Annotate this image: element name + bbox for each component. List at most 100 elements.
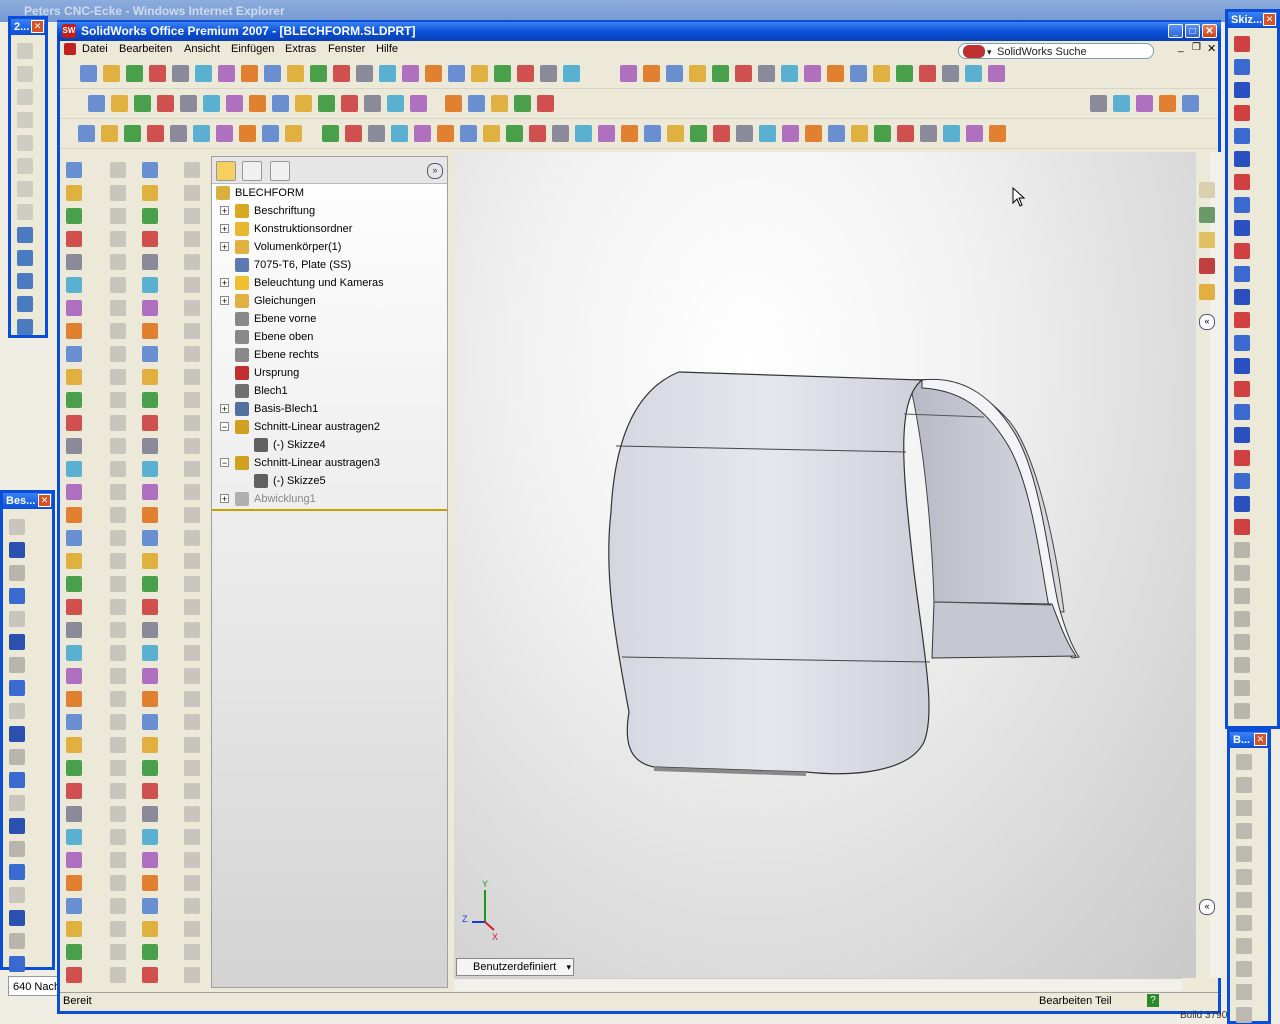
toolbar-button[interactable] bbox=[919, 65, 936, 82]
palette-tool-icon[interactable] bbox=[9, 956, 25, 972]
toolbar-button[interactable] bbox=[295, 95, 312, 112]
tree-item[interactable]: Ebene vorne bbox=[235, 310, 316, 328]
toolbar-button[interactable] bbox=[170, 125, 187, 142]
toolbar-button[interactable] bbox=[575, 125, 592, 142]
toolbar-button[interactable] bbox=[103, 65, 120, 82]
toolbar-button[interactable] bbox=[157, 95, 174, 112]
vertical-toolbar-button[interactable] bbox=[142, 645, 158, 661]
vertical-toolbar-button[interactable] bbox=[66, 484, 82, 500]
toolbar-button[interactable] bbox=[804, 65, 821, 82]
palette-tool-icon[interactable] bbox=[1234, 36, 1250, 52]
toolbar-button[interactable] bbox=[1136, 95, 1153, 112]
view-orientation-dropdown[interactable]: Benutzerdefiniert ▾ bbox=[456, 958, 574, 976]
toolbar-button[interactable] bbox=[506, 125, 523, 142]
expand-panel-icon[interactable]: » bbox=[427, 163, 443, 179]
vertical-toolbar-button[interactable] bbox=[66, 599, 82, 615]
expand-toggle[interactable]: + bbox=[220, 494, 229, 504]
toolbar-button[interactable] bbox=[620, 65, 637, 82]
vertical-toolbar-button[interactable] bbox=[184, 875, 200, 891]
toolbar-button[interactable] bbox=[216, 125, 233, 142]
toolbar-button[interactable] bbox=[758, 65, 775, 82]
vertical-toolbar-button[interactable] bbox=[184, 346, 200, 362]
toolbar-button[interactable] bbox=[873, 65, 890, 82]
vertical-toolbar-button[interactable] bbox=[184, 323, 200, 339]
palette-tool-icon[interactable] bbox=[17, 250, 33, 266]
search-dropdown-icon[interactable]: ▾ bbox=[987, 44, 992, 60]
palette-tool-icon[interactable] bbox=[1236, 823, 1252, 839]
task-pane-icon[interactable] bbox=[1199, 207, 1215, 223]
tree-item[interactable]: Konstruktionsordner bbox=[235, 220, 352, 238]
vertical-toolbar-button[interactable] bbox=[184, 714, 200, 730]
vertical-toolbar-button[interactable] bbox=[142, 576, 158, 592]
palette-tool-icon[interactable] bbox=[17, 112, 33, 128]
palette-tool-icon[interactable] bbox=[1234, 197, 1250, 213]
tree-item[interactable]: Volumenkörper(1) bbox=[235, 238, 341, 256]
palette-tool-icon[interactable] bbox=[9, 726, 25, 742]
palette-tool-icon[interactable] bbox=[1236, 915, 1252, 931]
toolbar-button[interactable] bbox=[468, 95, 485, 112]
vertical-toolbar-button[interactable] bbox=[66, 530, 82, 546]
vertical-toolbar-button[interactable] bbox=[184, 852, 200, 868]
vertical-toolbar-button[interactable] bbox=[66, 921, 82, 937]
vertical-toolbar-button[interactable] bbox=[184, 231, 200, 247]
tree-item[interactable]: (-) Skizze5 bbox=[254, 472, 326, 490]
vertical-toolbar-button[interactable] bbox=[142, 392, 158, 408]
palette-tool-icon[interactable] bbox=[1234, 335, 1250, 351]
toolbar-button[interactable] bbox=[425, 65, 442, 82]
vertical-toolbar-button[interactable] bbox=[110, 415, 126, 431]
palette-tool-icon[interactable] bbox=[9, 772, 25, 788]
task-pane-icon[interactable] bbox=[1199, 284, 1215, 300]
toolbar-button[interactable] bbox=[713, 125, 730, 142]
vertical-toolbar-button[interactable] bbox=[184, 162, 200, 178]
vertical-toolbar-button[interactable] bbox=[66, 323, 82, 339]
toolbar-button[interactable] bbox=[690, 125, 707, 142]
vertical-toolbar-button[interactable] bbox=[110, 921, 126, 937]
palette-tool-icon[interactable] bbox=[1234, 174, 1250, 190]
tree-item[interactable]: Blech1 bbox=[235, 382, 288, 400]
tree-item[interactable]: Basis-Blech1 bbox=[235, 400, 318, 418]
vertical-toolbar-button[interactable] bbox=[66, 369, 82, 385]
vertical-toolbar-button[interactable] bbox=[142, 369, 158, 385]
vertical-toolbar-button[interactable] bbox=[184, 461, 200, 477]
palette-tool-icon[interactable] bbox=[1234, 289, 1250, 305]
vertical-toolbar-button[interactable] bbox=[110, 346, 126, 362]
task-pane-icon[interactable] bbox=[1199, 258, 1215, 274]
toolbar-button[interactable] bbox=[88, 95, 105, 112]
vertical-toolbar-button[interactable] bbox=[142, 599, 158, 615]
vertical-toolbar-button[interactable] bbox=[142, 806, 158, 822]
vertical-toolbar-button[interactable] bbox=[110, 254, 126, 270]
vertical-toolbar-button[interactable] bbox=[110, 231, 126, 247]
toolbar-button[interactable] bbox=[333, 65, 350, 82]
vertical-toolbar-button[interactable] bbox=[66, 829, 82, 845]
palette-tool-icon[interactable] bbox=[1234, 220, 1250, 236]
vertical-toolbar-button[interactable] bbox=[184, 645, 200, 661]
vertical-toolbar-button[interactable] bbox=[66, 691, 82, 707]
toolbar-button[interactable] bbox=[1159, 95, 1176, 112]
vertical-toolbar-button[interactable] bbox=[142, 162, 158, 178]
vertical-toolbar-button[interactable] bbox=[142, 714, 158, 730]
toolbar-button[interactable] bbox=[667, 125, 684, 142]
palette-tool-icon[interactable] bbox=[9, 519, 25, 535]
toolbar-button[interactable] bbox=[126, 65, 143, 82]
vertical-toolbar-button[interactable] bbox=[184, 967, 200, 983]
palette-tool-icon[interactable] bbox=[17, 319, 33, 335]
tree-item[interactable]: Gleichungen bbox=[235, 292, 316, 310]
palette-tool-icon[interactable] bbox=[1234, 657, 1250, 673]
palette-tool-icon[interactable] bbox=[9, 703, 25, 719]
toolbar-button[interactable] bbox=[621, 125, 638, 142]
tree-item[interactable]: Ebene rechts bbox=[235, 346, 319, 364]
toolbar-button[interactable] bbox=[563, 65, 580, 82]
graphics-viewport[interactable]: Y Z X bbox=[454, 152, 1196, 978]
vertical-toolbar-button[interactable] bbox=[184, 622, 200, 638]
tree-item[interactable]: Beschriftung bbox=[235, 202, 315, 220]
toolbar-button[interactable] bbox=[101, 125, 118, 142]
palette-tool-icon[interactable] bbox=[17, 204, 33, 220]
vertical-toolbar-button[interactable] bbox=[142, 852, 158, 868]
palette-tool-icon[interactable] bbox=[1234, 312, 1250, 328]
toolbar-button[interactable] bbox=[239, 125, 256, 142]
toolbar-button[interactable] bbox=[965, 65, 982, 82]
vertical-toolbar-button[interactable] bbox=[66, 852, 82, 868]
toolbar-button[interactable] bbox=[147, 125, 164, 142]
toolbar-button[interactable] bbox=[781, 65, 798, 82]
vertical-toolbar-button[interactable] bbox=[110, 277, 126, 293]
